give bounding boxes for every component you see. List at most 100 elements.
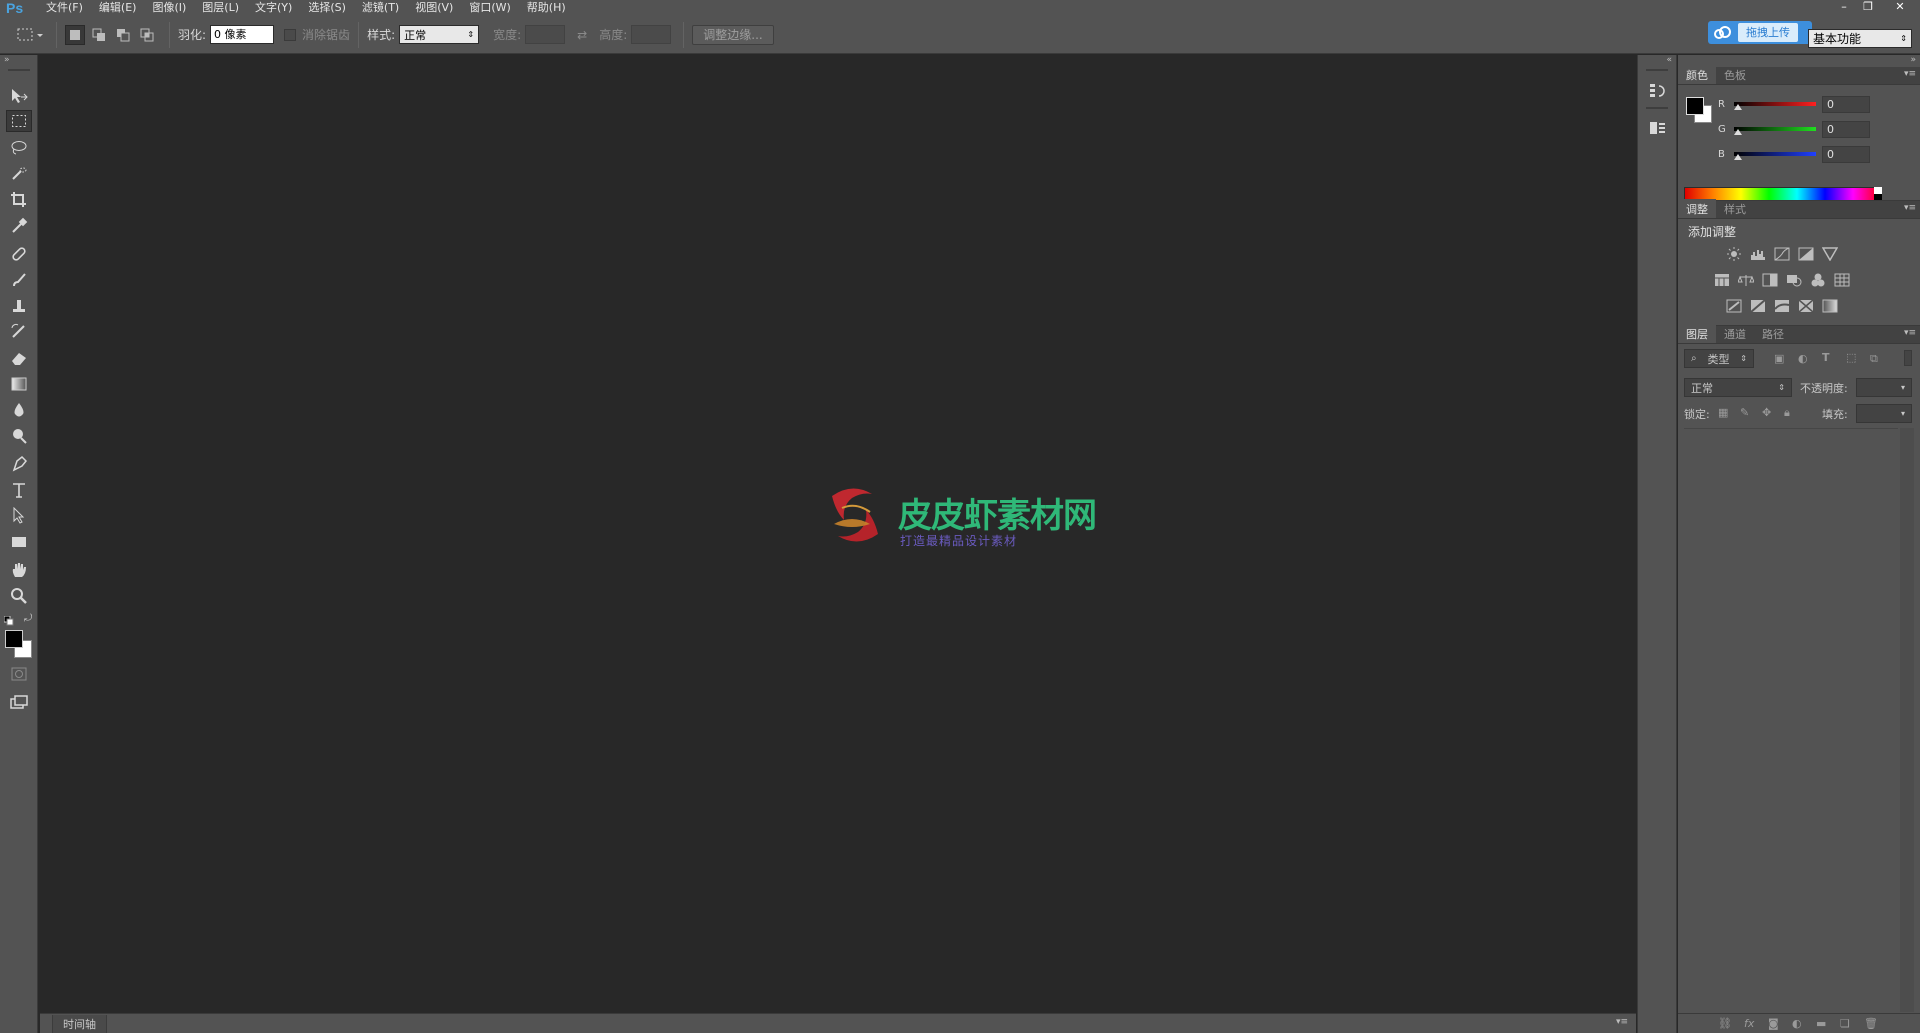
photo-filter-icon[interactable]: [1786, 273, 1802, 287]
layer-filter-select[interactable]: ⌕ 类型 ⇕: [1684, 349, 1754, 368]
move-tool[interactable]: [6, 85, 32, 107]
quick-selection-tool[interactable]: [6, 163, 32, 185]
style-select[interactable]: 正常 ⇕: [399, 25, 480, 44]
new-group-icon[interactable]: ▬: [1816, 1017, 1826, 1030]
intersect-selection-button[interactable]: [137, 25, 157, 45]
slider-green-track[interactable]: [1734, 127, 1816, 131]
black-white-icon[interactable]: [1762, 273, 1778, 287]
close-button[interactable]: ✕: [1880, 0, 1920, 16]
pen-tool[interactable]: [6, 453, 32, 475]
panel-menu-icon[interactable]: ▾≡: [1904, 69, 1916, 79]
clone-stamp-tool[interactable]: [6, 295, 32, 317]
lock-pixels-icon[interactable]: ✎: [1740, 406, 1749, 419]
toolbox-collapse-icon[interactable]: »: [4, 55, 10, 65]
brightness-icon[interactable]: [1726, 247, 1742, 261]
screen-mode-button[interactable]: [6, 691, 32, 713]
layers-scrollbar[interactable]: [1900, 428, 1914, 1012]
new-selection-button[interactable]: [65, 24, 85, 45]
filter-shape-icon[interactable]: ⬚: [1846, 351, 1856, 364]
slider-red-value[interactable]: 0: [1822, 95, 1870, 113]
properties-panel-button[interactable]: [1645, 117, 1671, 139]
slider-red-track[interactable]: [1734, 102, 1816, 106]
collapse-icon[interactable]: «: [1666, 55, 1672, 65]
invert-icon[interactable]: [1726, 299, 1742, 313]
swap-colors-icon[interactable]: ⤾: [24, 613, 32, 624]
tab-layers[interactable]: 图层: [1678, 324, 1716, 343]
color-balance-icon[interactable]: [1738, 273, 1754, 287]
menu-file[interactable]: 文件(F): [38, 0, 91, 16]
filter-adjustment-icon[interactable]: ◐: [1798, 352, 1808, 365]
width-input[interactable]: [525, 25, 566, 44]
panel-menu-icon[interactable]: ▾≡: [1616, 1017, 1628, 1027]
levels-icon[interactable]: [1750, 247, 1766, 261]
spectrum-bw[interactable]: [1874, 187, 1882, 201]
tab-channels[interactable]: 通道: [1716, 324, 1754, 343]
exposure-icon[interactable]: [1798, 247, 1814, 261]
swap-icon[interactable]: ⇄: [577, 28, 587, 42]
workspace-select[interactable]: 基本功能 ⇕: [1808, 29, 1912, 48]
history-panel-button[interactable]: [1645, 79, 1671, 101]
healing-brush-tool[interactable]: [6, 243, 32, 265]
minimize-button[interactable]: –: [1832, 0, 1856, 16]
layer-style-icon[interactable]: fx: [1744, 1017, 1754, 1030]
toolbox-grip[interactable]: [8, 69, 30, 71]
path-selection-tool[interactable]: [6, 505, 32, 527]
quick-mask-button[interactable]: [6, 663, 32, 685]
lock-transparent-icon[interactable]: ▦: [1718, 406, 1728, 419]
color-lookup-icon[interactable]: [1834, 273, 1850, 287]
tab-paths[interactable]: 路径: [1754, 324, 1792, 343]
hue-saturation-icon[interactable]: [1714, 273, 1730, 287]
tool-preset-picker[interactable]: [10, 24, 48, 46]
marquee-tool[interactable]: [6, 110, 32, 132]
gradient-tool[interactable]: [6, 373, 32, 395]
add-selection-button[interactable]: [89, 25, 109, 45]
tab-styles[interactable]: 样式: [1716, 199, 1754, 218]
menu-image[interactable]: 图像(I): [144, 0, 194, 16]
expand-icon[interactable]: »: [1910, 55, 1916, 65]
rectangle-tool[interactable]: [6, 531, 32, 553]
subtract-selection-button[interactable]: [113, 25, 133, 45]
tab-swatches[interactable]: 色板: [1716, 65, 1754, 84]
type-tool[interactable]: [6, 479, 32, 501]
eyedropper-tool[interactable]: [6, 215, 32, 237]
menu-layer[interactable]: 图层(L): [194, 0, 247, 16]
lock-position-icon[interactable]: ✥: [1762, 406, 1771, 419]
new-adjustment-icon[interactable]: ◐: [1792, 1017, 1802, 1030]
slider-thumb[interactable]: [1734, 129, 1742, 135]
menu-window[interactable]: 窗口(W): [461, 0, 518, 16]
refine-edge-button[interactable]: 调整边缘...: [692, 24, 774, 45]
vibrance-icon[interactable]: [1822, 247, 1838, 261]
layers-list[interactable]: [1684, 428, 1898, 1012]
slider-thumb[interactable]: [1734, 104, 1742, 110]
lock-all-icon[interactable]: 🔒︎: [1784, 406, 1790, 420]
link-layers-icon[interactable]: ⛓: [1718, 1017, 1732, 1030]
tab-adjustments[interactable]: 调整: [1678, 199, 1716, 218]
zoom-tool[interactable]: [6, 585, 32, 607]
crop-tool[interactable]: [6, 189, 32, 211]
eraser-tool[interactable]: [6, 347, 32, 369]
slider-blue-track[interactable]: [1734, 152, 1816, 156]
dodge-tool[interactable]: [6, 425, 32, 447]
panel-menu-icon[interactable]: ▾≡: [1904, 328, 1916, 338]
antialias-checkbox[interactable]: [284, 28, 297, 41]
posterize-icon[interactable]: [1750, 299, 1766, 313]
add-mask-icon[interactable]: ◙: [1768, 1017, 1779, 1030]
tab-timeline[interactable]: 时间轴: [52, 1014, 107, 1033]
menu-view[interactable]: 视图(V): [407, 0, 461, 16]
slider-green-value[interactable]: 0: [1822, 120, 1870, 138]
delete-layer-icon[interactable]: 🗑︎: [1864, 1017, 1878, 1030]
height-input[interactable]: [631, 25, 672, 44]
history-brush-tool[interactable]: [6, 321, 32, 343]
menu-help[interactable]: 帮助(H): [519, 0, 574, 16]
feather-input[interactable]: 0 像素: [210, 25, 275, 44]
filter-pixel-icon[interactable]: ▣: [1774, 352, 1784, 365]
foreground-color[interactable]: [5, 630, 23, 648]
gradient-map-icon[interactable]: [1822, 299, 1838, 313]
slider-blue-value[interactable]: 0: [1822, 145, 1870, 163]
lasso-tool[interactable]: [6, 137, 32, 159]
fill-input[interactable]: ▾: [1856, 404, 1912, 423]
brush-tool[interactable]: [6, 269, 32, 291]
threshold-icon[interactable]: [1774, 299, 1790, 313]
channel-mixer-icon[interactable]: [1810, 273, 1826, 287]
filter-toggle[interactable]: [1904, 350, 1912, 366]
